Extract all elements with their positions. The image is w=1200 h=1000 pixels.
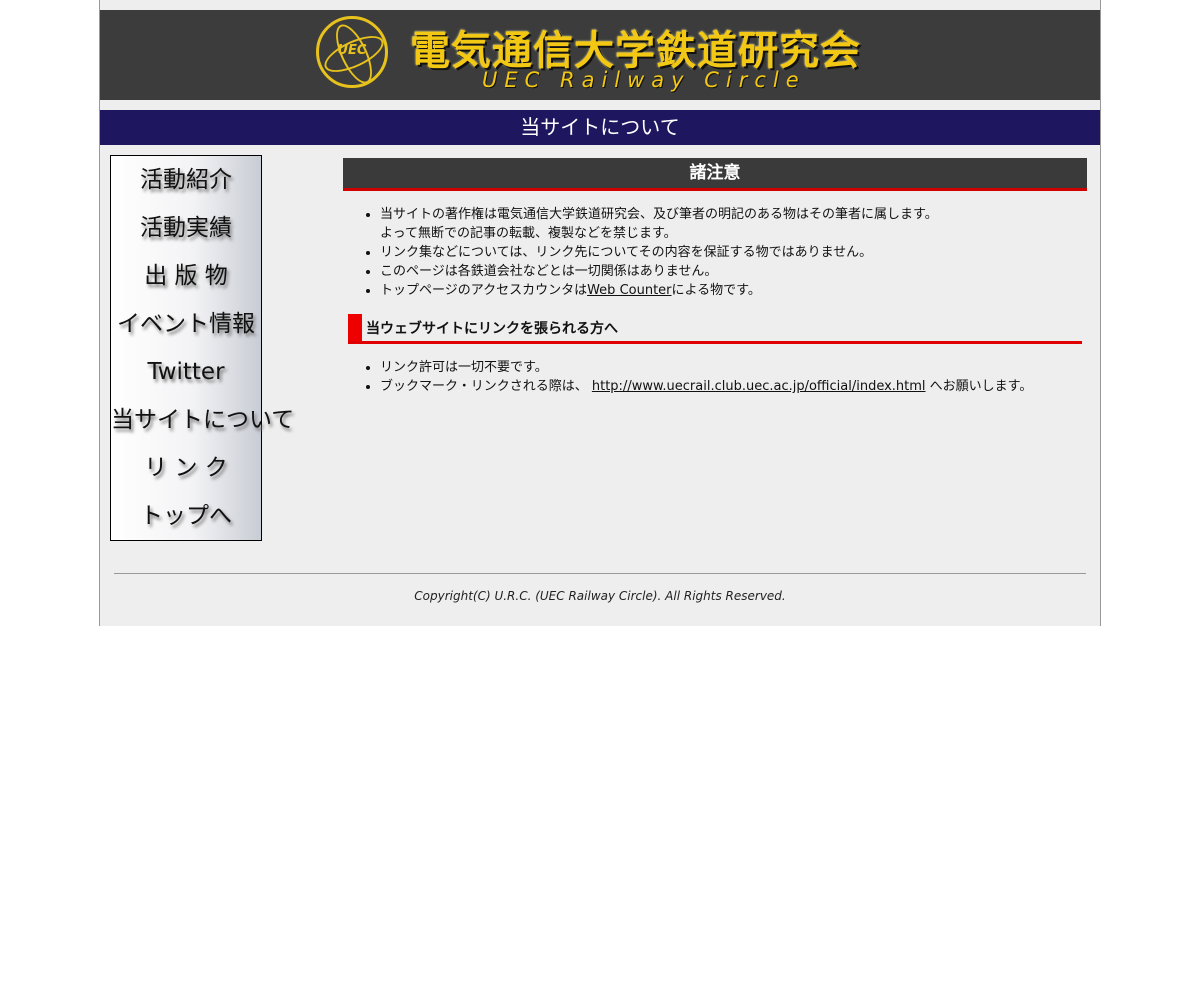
sidebar-item-achievements[interactable]: 活動実績 — [111, 204, 261, 252]
site-banner[interactable]: UEC 電気通信大学鉄道研究会 UEC Railway Circle — [100, 10, 1100, 100]
linking-heading: 当ウェブサイトにリンクを張られる方へ — [348, 314, 1082, 344]
note-text: ブックマーク・リンクされる際は、 — [380, 379, 592, 394]
linking-heading-text: 当ウェブサイトにリンクを張られる方へ — [366, 321, 618, 337]
note-text: リンク許可は一切不要です。 — [380, 360, 548, 375]
note-text: トップページのアクセスカウンタは — [380, 283, 588, 298]
site-subtitle: UEC Railway Circle — [482, 68, 806, 92]
linking-list: リンク許可は一切不要です。 ブックマーク・リンクされる際は、 http://ww… — [343, 358, 1087, 396]
footer-divider — [114, 573, 1086, 574]
official-url-link[interactable]: http://www.uecrail.club.uec.ac.jp/offici… — [592, 379, 926, 394]
note-text: リンク集などについては、リンク先についてその内容を保証する物ではありません。 — [380, 245, 873, 260]
page-container: UEC 電気通信大学鉄道研究会 UEC Railway Circle 当サイトに… — [99, 0, 1101, 626]
sidebar-item-events[interactable]: イベント情報 — [111, 300, 261, 348]
note-text: 当サイトの著作権は電気通信大学鉄道研究会、及び筆者の明記のある物はその筆者に属し… — [380, 207, 938, 222]
sidebar-item-links[interactable]: リ ン ク — [111, 444, 261, 492]
sidebar-nav: 活動紹介 活動実績 出 版 物 イベント情報 Twitter 当サイトについて … — [110, 155, 294, 541]
sidebar-item-top[interactable]: トップへ — [111, 492, 261, 540]
sidebar-item-about[interactable]: 当サイトについて — [111, 396, 294, 444]
notes-list: 当サイトの著作権は電気通信大学鉄道研究会、及び筆者の明記のある物はその筆者に属し… — [343, 205, 1087, 300]
note-text: へお願いします。 — [925, 379, 1033, 394]
main-content: 諸注意 当サイトの著作権は電気通信大学鉄道研究会、及び筆者の明記のある物はその筆… — [343, 158, 1087, 396]
list-item: リンク許可は一切不要です。 — [380, 358, 1087, 377]
sidebar-item-publications[interactable]: 出 版 物 — [111, 252, 261, 300]
web-counter-link[interactable]: Web Counter — [587, 283, 671, 298]
copyright: Copyright(C) U.R.C. (UEC Railway Circle)… — [414, 589, 786, 603]
list-item: ブックマーク・リンクされる際は、 http://www.uecrail.club… — [380, 377, 1087, 396]
list-item: リンク集などについては、リンク先についてその内容を保証する物ではありません。 — [380, 243, 1087, 262]
list-item: このページは各鉄道会社などとは一切関係はありません。 — [380, 262, 1087, 281]
sidebar-item-activities[interactable]: 活動紹介 — [111, 156, 261, 204]
list-item: トップページのアクセスカウンタはWeb Counterによる物です。 — [380, 281, 1087, 300]
note-text: このページは各鉄道会社などとは一切関係はありません。 — [380, 264, 718, 279]
note-text: による物です。 — [671, 283, 761, 298]
page-title: 当サイトについて — [100, 110, 1100, 145]
logo-abbr: UEC — [337, 43, 367, 58]
uec-logo-icon: UEC — [316, 16, 389, 89]
sidebar-item-twitter[interactable]: Twitter — [111, 348, 261, 396]
heading-marker — [348, 314, 362, 341]
notes-heading: 諸注意 — [343, 158, 1087, 191]
list-item: 当サイトの著作権は電気通信大学鉄道研究会、及び筆者の明記のある物はその筆者に属し… — [380, 205, 1087, 243]
note-text: よって無断での記事の転載、複製などを禁じます。 — [380, 226, 677, 241]
